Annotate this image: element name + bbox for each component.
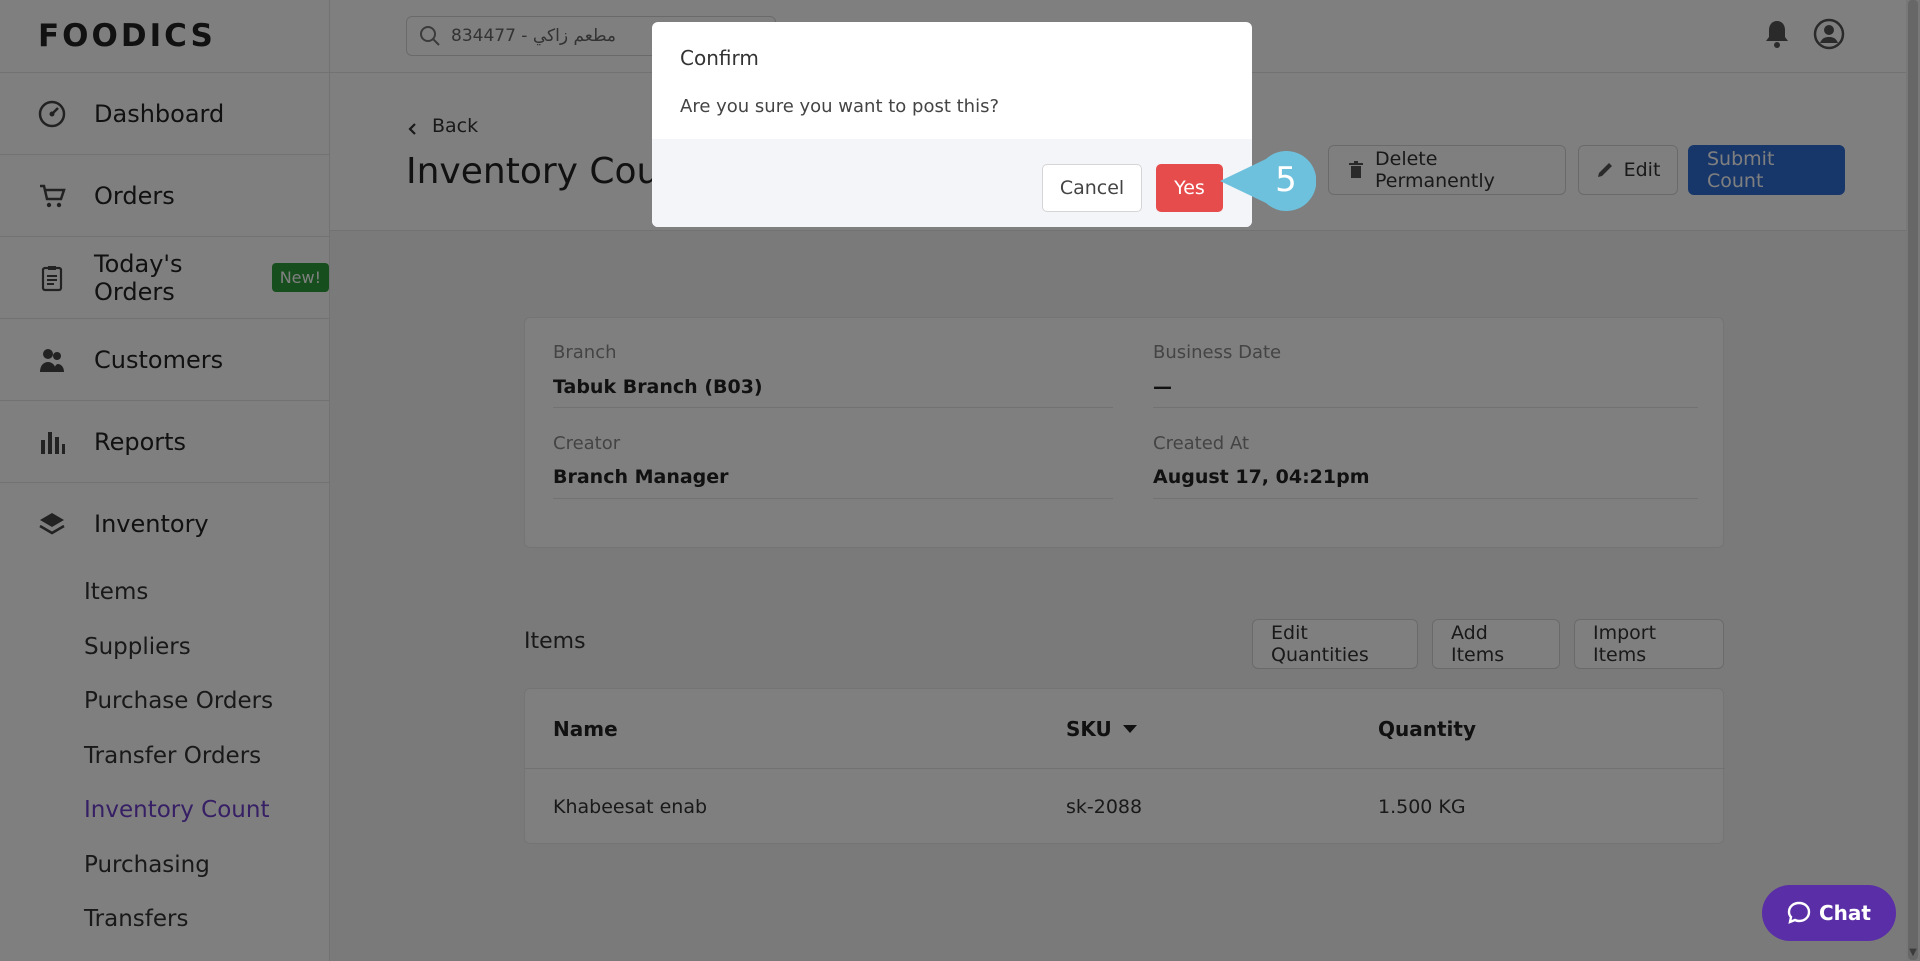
chat-bubble-icon <box>1787 901 1811 925</box>
chat-label: Chat <box>1819 901 1871 925</box>
yes-button[interactable]: Yes <box>1156 164 1223 212</box>
confirm-dialog: Confirm Are you sure you want to post th… <box>652 22 1252 227</box>
step-number: 5 <box>1275 160 1297 200</box>
cancel-button[interactable]: Cancel <box>1042 164 1142 212</box>
dialog-title: Confirm <box>680 46 759 70</box>
chat-button[interactable]: Chat <box>1762 885 1896 941</box>
dialog-message: Are you sure you want to post this? <box>680 96 1000 117</box>
